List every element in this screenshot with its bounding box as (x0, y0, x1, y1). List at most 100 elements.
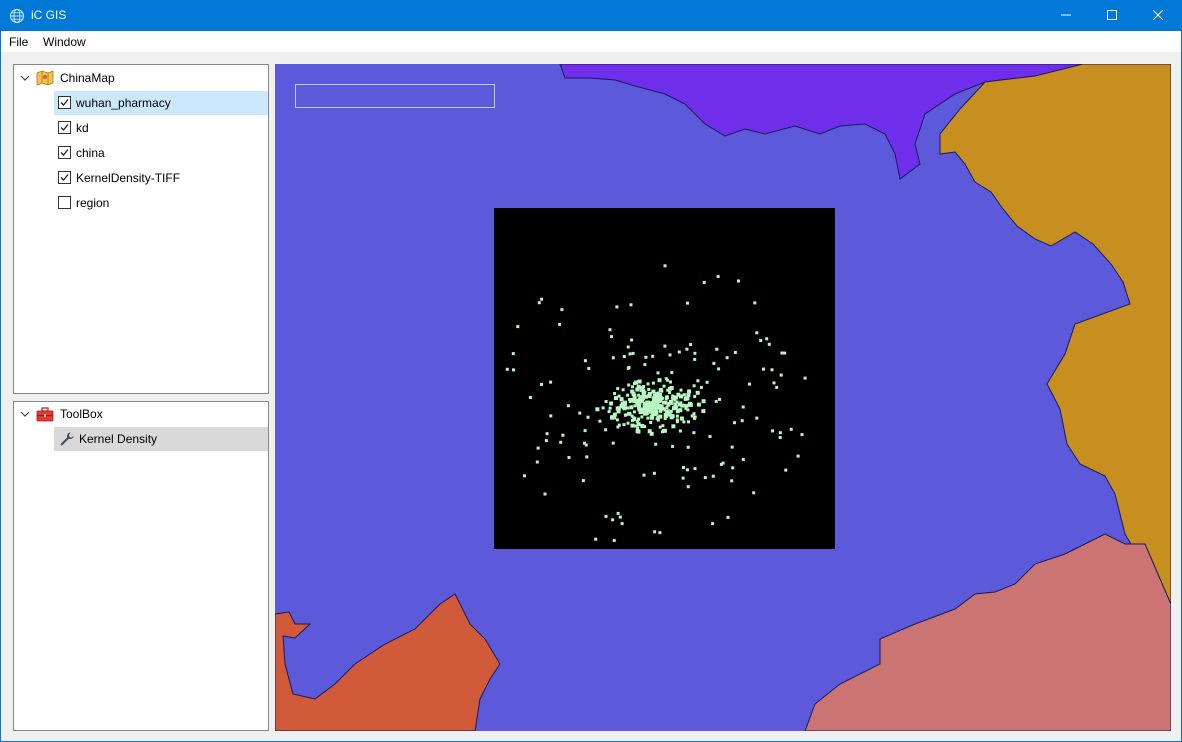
density-point (714, 399, 718, 403)
density-point (725, 356, 729, 360)
chevron-down-icon[interactable] (20, 408, 30, 418)
layer-item-kerneldensity-tiff[interactable]: KernelDensity-TIFF (54, 166, 268, 190)
close-button[interactable] (1135, 1, 1181, 31)
density-point (651, 396, 655, 400)
density-point (616, 387, 620, 391)
density-point (741, 458, 745, 461)
title-bar[interactable]: iC GIS (1, 1, 1181, 31)
tree-root-toolbox[interactable]: ToolBox (14, 402, 268, 426)
layer-item-kd[interactable]: kd (54, 116, 268, 140)
density-point (544, 439, 548, 443)
density-point (535, 460, 539, 464)
density-point (633, 382, 636, 386)
density-point (635, 387, 640, 392)
density-point (686, 485, 690, 489)
density-point (619, 397, 624, 402)
maximize-button[interactable] (1089, 1, 1135, 31)
density-point (649, 431, 654, 436)
map-layer-svg[interactable] (275, 64, 1171, 731)
density-point (656, 415, 660, 419)
raster-background (494, 208, 835, 549)
density-point (789, 427, 793, 431)
map-search-input[interactable] (295, 84, 495, 108)
layer-item-china[interactable]: china (54, 141, 268, 165)
toolbox-icon (36, 406, 54, 422)
density-point (633, 404, 637, 408)
menu-file[interactable]: File (9, 35, 28, 49)
density-point (536, 446, 540, 450)
density-point (604, 400, 608, 403)
density-point (668, 391, 672, 394)
map-canvas[interactable] (275, 64, 1171, 731)
density-point (690, 414, 694, 418)
density-point (770, 368, 774, 372)
layer-checkbox[interactable] (58, 171, 71, 184)
density-point (566, 404, 570, 408)
province-jiangxi[interactable] (804, 533, 1171, 731)
province-hunan[interactable] (275, 593, 501, 731)
density-point (622, 355, 626, 358)
density-point (662, 384, 666, 388)
density-point (755, 416, 759, 420)
density-point (567, 456, 571, 459)
density-point (669, 400, 673, 404)
density-point (692, 384, 696, 388)
layer-checkbox[interactable] (58, 121, 71, 134)
layer-checkbox[interactable] (58, 146, 71, 159)
density-point (640, 415, 644, 419)
province-anhui[interactable] (939, 64, 1171, 605)
density-point (699, 385, 703, 389)
density-point (685, 468, 689, 472)
density-point (711, 522, 715, 526)
density-point (718, 397, 721, 401)
density-point (686, 403, 690, 407)
menu-window[interactable]: Window (43, 35, 86, 49)
density-point (638, 409, 643, 414)
chevron-down-icon[interactable] (20, 72, 30, 82)
density-point (675, 420, 679, 424)
density-point (715, 347, 719, 351)
density-point (611, 441, 615, 445)
density-point (614, 396, 618, 400)
density-point (637, 417, 641, 421)
density-point (675, 400, 679, 404)
density-point (540, 297, 544, 301)
density-point (681, 476, 685, 480)
density-point (686, 392, 690, 396)
density-point (631, 385, 634, 389)
density-point (616, 406, 621, 411)
layer-item-wuhan-pharmacy[interactable]: wuhan_pharmacy (54, 91, 268, 115)
layer-checkbox[interactable] (58, 196, 71, 209)
density-point (604, 428, 608, 432)
density-point (512, 368, 515, 372)
density-point (784, 468, 788, 472)
layer-checkbox[interactable] (58, 96, 71, 109)
density-point (759, 339, 763, 342)
density-point (658, 531, 662, 535)
density-point (583, 359, 587, 363)
toolbox-panel: ToolBox Kernel Density (13, 401, 269, 731)
density-point (692, 431, 696, 435)
density-point (684, 406, 688, 410)
density-point (726, 515, 730, 519)
density-point (505, 367, 509, 371)
density-point (583, 429, 587, 433)
density-point (598, 419, 602, 423)
density-point (765, 337, 769, 341)
density-point (651, 389, 656, 394)
tool-item-kernel-density[interactable]: Kernel Density (54, 427, 268, 451)
layer-item-region[interactable]: region (54, 191, 268, 215)
layer-label: region (76, 196, 110, 210)
density-point (608, 328, 612, 332)
density-point (651, 354, 655, 358)
kernel-density-raster[interactable] (494, 208, 835, 549)
minimize-button[interactable] (1043, 1, 1089, 31)
density-point (586, 415, 590, 419)
density-point (658, 407, 663, 412)
density-point (682, 420, 686, 424)
tree-root-chinamap[interactable]: ChinaMap (14, 66, 268, 90)
density-point (679, 388, 683, 392)
density-point (656, 371, 660, 375)
density-point (693, 415, 697, 419)
density-point (647, 387, 651, 391)
